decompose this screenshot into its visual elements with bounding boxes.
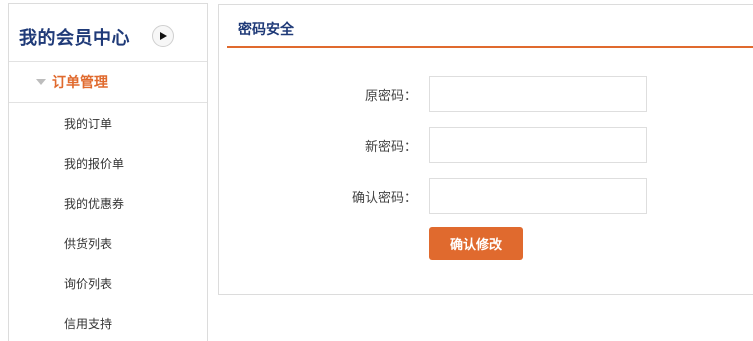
- confirm-password-input[interactable]: [429, 178, 647, 214]
- old-password-input[interactable]: [429, 76, 647, 112]
- new-password-input[interactable]: [429, 127, 647, 163]
- confirm-change-button[interactable]: 确认修改: [429, 227, 523, 260]
- sidebar-title: 我的会员中心: [19, 27, 130, 49]
- sidebar-item-credit-support[interactable]: 信用支持: [9, 303, 207, 341]
- confirm-password-label: 确认密码：: [351, 190, 417, 206]
- play-triangle-icon[interactable]: [152, 24, 174, 47]
- panel-title: 密码安全: [238, 22, 294, 38]
- new-password-label: 新密码：: [364, 139, 417, 155]
- form-row-confirm-password: 确认密码：: [219, 178, 753, 214]
- caret-down-icon: [36, 79, 46, 85]
- member-sidebar: 我的会员中心 订单管理 我的订单 我的报价单 我的优惠券 供货列表 询价列表 信…: [8, 3, 208, 341]
- sidebar-item-inquiry-list[interactable]: 询价列表: [9, 263, 207, 303]
- sidebar-item-supply-list[interactable]: 供货列表: [9, 223, 207, 263]
- old-password-label: 原密码：: [364, 88, 417, 104]
- form-row-old-password: 原密码：: [219, 76, 753, 112]
- panel-title-bar: 密码安全: [227, 5, 753, 48]
- password-security-panel: 密码安全 原密码： 新密码： 确认密码： 确认修改: [218, 4, 753, 295]
- sidebar-item-my-orders[interactable]: 我的订单: [9, 103, 207, 143]
- sidebar-section-label: 订单管理: [52, 75, 108, 91]
- page: 我的会员中心 订单管理 我的订单 我的报价单 我的优惠券 供货列表 询价列表 信…: [0, 0, 753, 341]
- sidebar-header: 我的会员中心: [9, 4, 207, 62]
- sidebar-item-my-quotes[interactable]: 我的报价单: [9, 143, 207, 183]
- sidebar-section-order-management[interactable]: 订单管理: [9, 62, 207, 103]
- form-row-new-password: 新密码：: [219, 127, 753, 163]
- play-triangle-glyph: [160, 31, 167, 40]
- sidebar-item-my-coupons[interactable]: 我的优惠券: [9, 183, 207, 223]
